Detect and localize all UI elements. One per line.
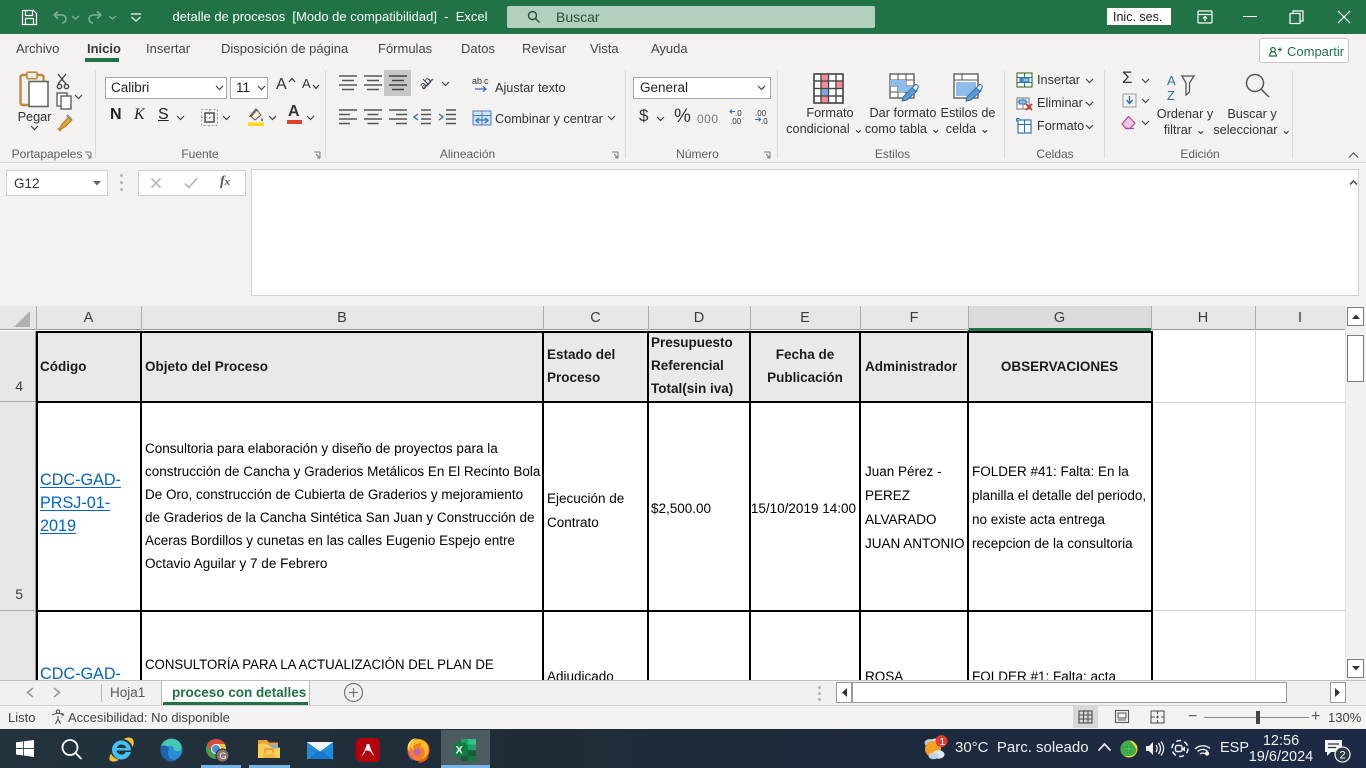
- svg-text:?: ?: [60, 713, 64, 720]
- svg-text:ab: ab: [419, 75, 434, 92]
- svg-text:X: X: [456, 745, 464, 757]
- svg-text:1: 1: [940, 737, 946, 748]
- svg-text:ab: ab: [472, 76, 482, 86]
- svg-text:G: G: [220, 751, 227, 761]
- svg-text:2: 2: [1340, 750, 1346, 762]
- svg-text:A: A: [1167, 73, 1176, 88]
- svg-text:.00: .00: [730, 117, 742, 125]
- svg-text:.0: .0: [761, 117, 768, 125]
- svg-text:Z: Z: [1167, 88, 1175, 103]
- svg-text:c: c: [484, 76, 489, 86]
